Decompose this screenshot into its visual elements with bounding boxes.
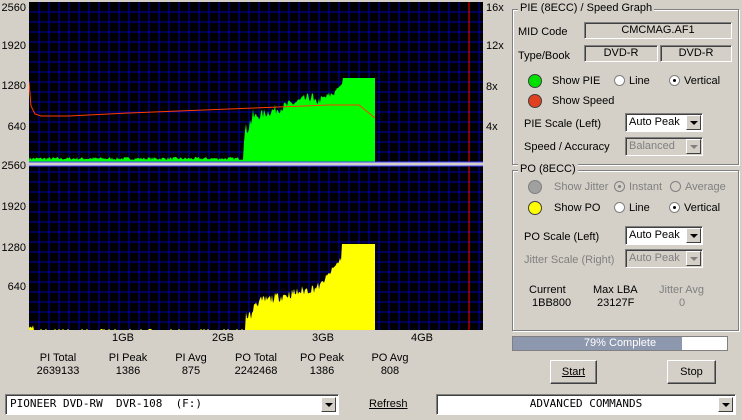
po-group-title: PO (8ECC) bbox=[518, 163, 578, 175]
chevron-down-icon[interactable] bbox=[686, 115, 701, 130]
chevron-down-icon[interactable] bbox=[686, 139, 701, 154]
jitter-instant-radio bbox=[614, 181, 625, 192]
pie-y-tick-640: 640 bbox=[7, 121, 26, 133]
stat-label: PO Avg bbox=[371, 352, 409, 364]
chevron-down-icon[interactable] bbox=[686, 228, 701, 243]
jitter-color-swatch bbox=[528, 180, 542, 194]
progress-bar: 79% Complete bbox=[512, 336, 728, 351]
jitter-scale-label: Jitter Scale (Right) bbox=[524, 254, 615, 266]
show-jitter-label: Show Jitter bbox=[554, 181, 609, 193]
disc-type-value: DVD-R bbox=[584, 45, 658, 62]
jitter-scale-value: Auto Peak bbox=[629, 252, 680, 264]
po-scale-value: Auto Peak bbox=[629, 229, 680, 241]
po-y-tick-640: 640 bbox=[7, 281, 26, 293]
x-tick-3gb: 3GB bbox=[311, 332, 334, 344]
po-line-radio[interactable] bbox=[614, 202, 625, 213]
mid-code-label: MID Code bbox=[518, 26, 568, 38]
stat-label: PI Avg bbox=[175, 352, 207, 364]
stat-pi-peak: PI Peak 1386 bbox=[93, 352, 163, 378]
pie-line-radio[interactable] bbox=[614, 75, 625, 86]
pie-color-swatch[interactable] bbox=[528, 74, 542, 88]
advanced-commands-select[interactable]: ADVANCED COMMANDS bbox=[436, 394, 736, 415]
stat-pi-total: PI Total 2639133 bbox=[23, 352, 93, 378]
pie-vertical-label[interactable]: Vertical bbox=[684, 75, 720, 87]
progress-text: 79% Complete bbox=[583, 337, 657, 349]
stat-value: 1386 bbox=[309, 365, 335, 377]
jitter-scale-select[interactable]: Auto Peak bbox=[625, 249, 703, 268]
pie-y-tick-2560: 2560 bbox=[1, 2, 26, 14]
jitter-average-radio bbox=[670, 181, 681, 192]
chevron-down-icon[interactable] bbox=[321, 397, 336, 412]
speed-tick-8x: 8x bbox=[486, 81, 498, 93]
pie-y-tick-1920: 1920 bbox=[1, 40, 26, 52]
stat-po-avg: PO Avg 808 bbox=[355, 352, 425, 378]
stat-label: PI Peak bbox=[108, 352, 148, 364]
mid-code-value: CMCMAG.AF1 bbox=[584, 22, 732, 39]
stop-button[interactable]: Stop bbox=[667, 360, 716, 384]
stat-value: 2639133 bbox=[36, 365, 80, 377]
refresh-link[interactable]: Refresh bbox=[369, 398, 408, 410]
scan-graph bbox=[29, 2, 483, 330]
jitter-average-label: Average bbox=[685, 181, 726, 193]
stat-value: 1386 bbox=[115, 365, 141, 377]
drive-select[interactable]: PIONEER DVD-RW DVR-108 (F:) bbox=[5, 394, 339, 415]
advanced-commands-value: ADVANCED COMMANDS bbox=[529, 397, 643, 410]
stat-label: PO Peak bbox=[299, 352, 345, 364]
drive-value: PIONEER DVD-RW DVR-108 (F:) bbox=[10, 397, 203, 410]
start-button-label: Start bbox=[561, 366, 586, 378]
po-scale-select[interactable]: Auto Peak bbox=[625, 226, 703, 245]
po-y-tick-1280: 1280 bbox=[1, 242, 26, 254]
po-line-label[interactable]: Line bbox=[629, 202, 650, 214]
speed-accuracy-value: Balanced bbox=[629, 140, 675, 152]
pie-line-label[interactable]: Line bbox=[629, 75, 650, 87]
speed-accuracy-select[interactable]: Balanced bbox=[625, 137, 703, 156]
current-value: 1BB800 bbox=[532, 297, 572, 309]
pie-y-tick-1280: 1280 bbox=[1, 80, 26, 92]
chevron-down-icon[interactable] bbox=[686, 251, 701, 266]
speed-tick-4x: 4x bbox=[486, 121, 498, 133]
stat-value: 2242468 bbox=[234, 365, 278, 377]
show-pie-label[interactable]: Show PIE bbox=[552, 75, 600, 87]
max-lba-value: 23127F bbox=[597, 297, 635, 309]
pie-scale-select[interactable]: Auto Peak bbox=[625, 113, 703, 132]
po-vertical-radio[interactable] bbox=[669, 202, 680, 213]
pie-scale-label: PIE Scale (Left) bbox=[524, 118, 602, 130]
pie-scale-value: Auto Peak bbox=[629, 116, 680, 128]
stat-label: PI Total bbox=[39, 352, 77, 364]
x-tick-4gb: 4GB bbox=[410, 332, 433, 344]
stat-pi-avg: PI Avg 875 bbox=[156, 352, 226, 378]
app-window: 2560 1920 1280 640 2560 1920 1280 640 16… bbox=[0, 0, 742, 420]
pie-vertical-radio[interactable] bbox=[669, 75, 680, 86]
x-tick-1gb: 1GB bbox=[111, 332, 134, 344]
po-scale-label: PO Scale (Left) bbox=[524, 231, 600, 243]
stat-value: 808 bbox=[380, 365, 400, 377]
speed-accuracy-label: Speed / Accuracy bbox=[524, 141, 610, 153]
max-lba-label: Max LBA bbox=[593, 284, 638, 296]
stop-button-label: Stop bbox=[680, 366, 703, 378]
stat-po-peak: PO Peak 1386 bbox=[287, 352, 357, 378]
speed-tick-12x: 12x bbox=[486, 40, 504, 52]
jitter-avg-value: 0 bbox=[679, 297, 686, 309]
chevron-down-icon[interactable] bbox=[718, 397, 733, 412]
stat-po-total: PO Total 2242468 bbox=[221, 352, 291, 378]
book-type-value: DVD-R bbox=[660, 45, 732, 62]
current-label: Current bbox=[529, 284, 566, 296]
jitter-instant-label: Instant bbox=[629, 181, 663, 193]
graph-separator bbox=[29, 162, 483, 166]
stat-value: 875 bbox=[181, 365, 201, 377]
type-book-label: Type/Book bbox=[518, 50, 570, 62]
show-po-label[interactable]: Show PO bbox=[554, 202, 600, 214]
jitter-avg-label: Jitter Avg bbox=[659, 284, 705, 296]
po-vertical-label[interactable]: Vertical bbox=[684, 202, 720, 214]
speed-color-swatch[interactable] bbox=[528, 94, 542, 108]
start-button[interactable]: Start bbox=[550, 360, 597, 384]
po-y-tick-2560: 2560 bbox=[1, 160, 26, 172]
x-tick-2gb: 2GB bbox=[211, 332, 234, 344]
speed-tick-16x: 16x bbox=[486, 2, 504, 14]
pie-group-title: PIE (8ECC) / Speed Graph bbox=[518, 2, 655, 14]
show-speed-label[interactable]: Show Speed bbox=[552, 95, 614, 107]
stat-label: PO Total bbox=[235, 352, 277, 364]
po-color-swatch[interactable] bbox=[528, 201, 542, 215]
po-y-tick-1920: 1920 bbox=[1, 201, 26, 213]
